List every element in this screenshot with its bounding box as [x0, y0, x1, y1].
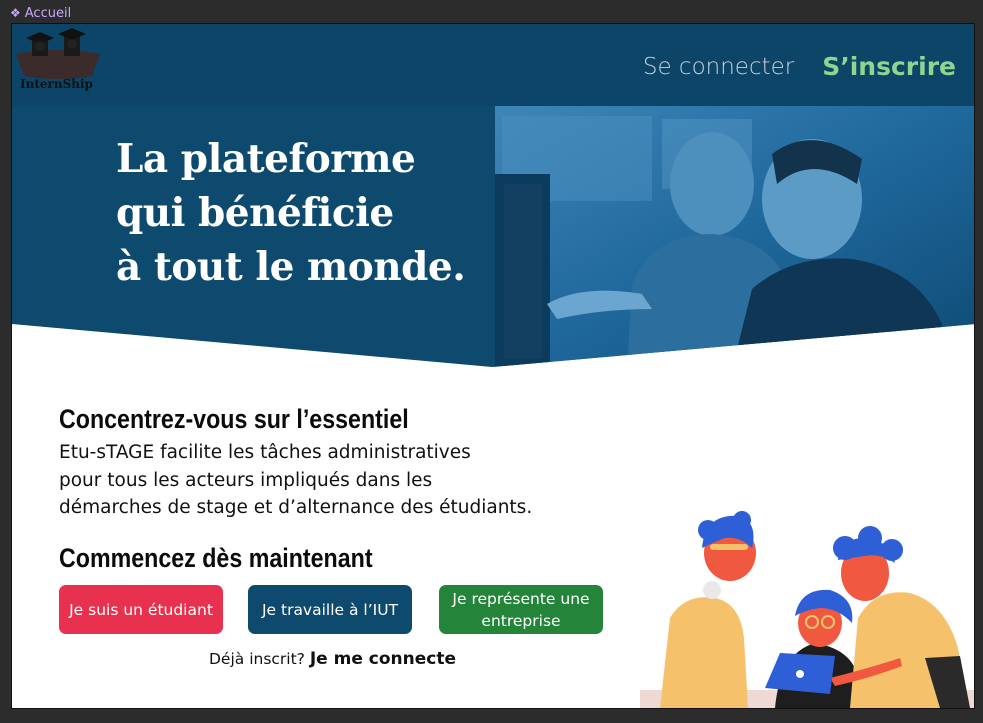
team-illustration: [640, 511, 974, 708]
frame-label: ❖ Accueil: [10, 4, 71, 22]
hero-photo: [495, 106, 974, 367]
svg-text:InternShip: InternShip: [20, 77, 93, 91]
top-nav: Se connecter S’inscrire: [643, 52, 956, 81]
headline-line-2: qui bénéficie: [116, 190, 394, 236]
signup-link[interactable]: S’inscrire: [822, 52, 956, 81]
already-registered: Déjà inscrit? Je me connecte: [209, 649, 456, 669]
frame-label-text: Accueil: [24, 5, 72, 21]
hero-headline: La plateforme qui bénéficie à tout le mo…: [116, 132, 466, 294]
intro-line-2: pour tous les acteurs impliqués dans les: [59, 469, 433, 491]
intro-line-1: Etu-sTAGE facilite les tâches administra…: [59, 442, 471, 463]
intro-title: Concentrez-vous sur l’essentiel: [59, 404, 409, 434]
intro-line-3: démarches de stage et d’alternance des é…: [59, 497, 533, 518]
login-now-link[interactable]: Je me connecte: [310, 649, 456, 669]
component-icon: ❖: [10, 6, 21, 20]
headline-line-3: à tout le monde.: [116, 244, 466, 290]
already-prefix: Déjà inscrit?: [209, 650, 305, 668]
home-page: InternShip Se connecter S’inscrire La pl…: [11, 23, 975, 709]
login-link[interactable]: Se connecter: [643, 54, 794, 80]
internship-logo: InternShip: [16, 28, 100, 91]
student-button[interactable]: Je suis un étudiant: [59, 585, 223, 634]
iut-staff-button[interactable]: Je travaille à l’IUT: [248, 585, 412, 634]
intro-description: Etu-sTAGE facilite les tâches administra…: [59, 439, 532, 522]
company-button[interactable]: Je représente une entreprise: [439, 585, 603, 634]
headline-line-1: La plateforme: [116, 136, 416, 182]
hero-banner: InternShip Se connecter S’inscrire La pl…: [12, 24, 974, 369]
start-title: Commencez dès maintenant: [59, 543, 373, 573]
